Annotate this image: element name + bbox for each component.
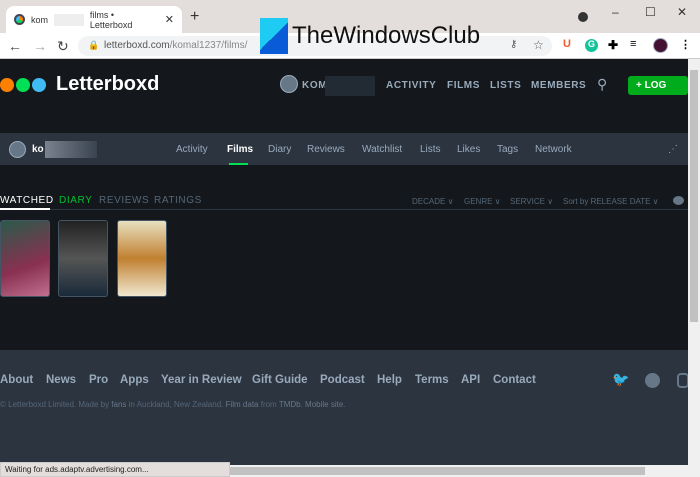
url-host: letterboxd.com bbox=[104, 40, 170, 51]
nav-films[interactable]: FILMS bbox=[447, 80, 480, 91]
media-queue-icon[interactable]: ≡ bbox=[630, 38, 636, 50]
tmdb-link[interactable]: TMDb bbox=[279, 400, 301, 409]
nav-members[interactable]: MEMBERS bbox=[531, 80, 586, 91]
footer-link-terms[interactable]: Terms bbox=[415, 374, 449, 386]
location-icon[interactable] bbox=[578, 12, 588, 22]
decade-dropdown[interactable]: DECADE ∨ bbox=[412, 197, 453, 206]
footer-link-contact[interactable]: Contact bbox=[493, 374, 536, 386]
footer-link-about[interactable]: About bbox=[0, 374, 33, 386]
tab-watchlist[interactable]: Watchlist bbox=[362, 144, 402, 155]
maximize-button[interactable]: ☐ bbox=[645, 5, 656, 19]
twitter-icon[interactable]: 🐦 bbox=[612, 371, 629, 388]
sort-dropdown[interactable]: Sort by RELEASE DATE ∨ bbox=[563, 197, 659, 206]
genre-dropdown[interactable]: GENRE ∨ bbox=[464, 197, 501, 206]
user-avatar[interactable] bbox=[280, 75, 298, 93]
footer-link-api[interactable]: API bbox=[461, 374, 480, 386]
footer-link-help[interactable]: Help bbox=[377, 374, 402, 386]
tab-likes[interactable]: Likes bbox=[457, 144, 480, 155]
redacted-block bbox=[325, 76, 375, 96]
tab-diary[interactable]: Diary bbox=[268, 144, 291, 155]
search-icon[interactable]: ⚲ bbox=[597, 76, 607, 93]
star-icon[interactable]: ☆ bbox=[533, 38, 544, 52]
mobile-site-link[interactable]: Mobile site bbox=[305, 400, 343, 409]
footer-link-pro[interactable]: Pro bbox=[89, 374, 108, 386]
view-diary[interactable]: DIARY bbox=[59, 195, 92, 206]
film-poster[interactable] bbox=[0, 220, 50, 297]
site-footer: About News Pro Apps Year in Review Gift … bbox=[0, 350, 689, 465]
view-reviews[interactable]: REVIEWS bbox=[99, 195, 149, 206]
extensions-puzzle-icon[interactable]: ✚ bbox=[608, 38, 618, 52]
new-tab-button[interactable]: + bbox=[190, 8, 199, 26]
nav-lists[interactable]: LISTS bbox=[490, 80, 521, 91]
tab-films[interactable]: Films bbox=[227, 144, 253, 155]
film-data-link[interactable]: Film data bbox=[226, 400, 259, 409]
letterboxd-logo[interactable]: Letterboxd bbox=[0, 73, 159, 96]
footer-link-apps[interactable]: Apps bbox=[120, 374, 149, 386]
vertical-scrollbar-thumb[interactable] bbox=[690, 70, 698, 322]
service-dropdown[interactable]: SERVICE ∨ bbox=[510, 197, 553, 206]
rss-icon[interactable]: ⋰ bbox=[668, 144, 678, 155]
tab-title-prefix: kom bbox=[30, 14, 48, 25]
footer-link-year-in-review[interactable]: Year in Review bbox=[161, 374, 242, 386]
footer-link-news[interactable]: News bbox=[46, 374, 76, 386]
film-poster[interactable] bbox=[58, 220, 108, 297]
tab-title: films • Letterboxd bbox=[89, 9, 133, 30]
status-bar: Waiting for ads.adaptv.advertising.com..… bbox=[0, 462, 230, 477]
window-close-button[interactable]: ✕ bbox=[677, 5, 687, 19]
watermark: TheWindowsClub bbox=[260, 18, 480, 54]
redacted-block bbox=[53, 13, 84, 26]
tab-reviews[interactable]: Reviews bbox=[307, 144, 345, 155]
reload-icon[interactable]: ↻ bbox=[57, 38, 69, 55]
nav-activity[interactable]: ACTIVITY bbox=[386, 80, 436, 91]
view-watched[interactable]: WATCHED bbox=[0, 195, 54, 206]
letterboxd-favicon-icon bbox=[14, 14, 25, 25]
profile-avatar[interactable] bbox=[653, 38, 668, 53]
back-icon[interactable]: ← bbox=[8, 38, 22, 54]
site-header: Letterboxd KOM ACTIVITY FILMS LISTS MEMB… bbox=[0, 59, 688, 111]
lock-icon: 🔒 bbox=[88, 40, 100, 50]
minimize-button[interactable]: – bbox=[612, 5, 619, 19]
user-menu[interactable]: KOM bbox=[302, 80, 327, 91]
footer-link-gift-guide[interactable]: Gift Guide bbox=[252, 374, 308, 386]
facebook-icon[interactable] bbox=[645, 373, 660, 388]
view-ratings[interactable]: RATINGS bbox=[154, 195, 202, 206]
windows-logo-icon bbox=[260, 18, 288, 54]
eye-icon[interactable] bbox=[673, 196, 684, 205]
tab-network[interactable]: Network bbox=[535, 144, 572, 155]
menu-icon[interactable]: ⋮ bbox=[680, 38, 691, 51]
forward-icon[interactable]: → bbox=[33, 38, 47, 54]
profile-avatar[interactable] bbox=[9, 141, 26, 158]
films-filter-bar: WATCHED DIARY REVIEWS RATINGS DECADE ∨ G… bbox=[0, 193, 688, 210]
copyright-text: © Letterboxd Limited. Made by fans in Au… bbox=[0, 400, 346, 409]
fans-link[interactable]: fans bbox=[111, 400, 126, 409]
profile-nav: ko Activity Films Diary Reviews Watchlis… bbox=[0, 133, 688, 165]
active-view-indicator bbox=[0, 208, 50, 210]
tab-lists[interactable]: Lists bbox=[420, 144, 441, 155]
profile-username[interactable]: ko bbox=[32, 144, 44, 155]
key-icon[interactable]: ⚷ bbox=[510, 39, 517, 50]
browser-tab[interactable]: kom films • Letterboxd ✕ bbox=[6, 6, 182, 33]
url-path: /komal1237/films/ bbox=[169, 40, 248, 51]
film-poster[interactable] bbox=[117, 220, 167, 297]
redacted-block bbox=[45, 141, 97, 158]
tab-tags[interactable]: Tags bbox=[497, 144, 518, 155]
grammarly-icon[interactable]: G bbox=[585, 39, 598, 52]
tab-activity[interactable]: Activity bbox=[176, 144, 208, 155]
close-tab-icon[interactable]: ✕ bbox=[165, 13, 174, 26]
active-tab-indicator bbox=[229, 163, 248, 165]
footer-link-podcast[interactable]: Podcast bbox=[320, 374, 365, 386]
horizontal-scrollbar-thumb[interactable] bbox=[230, 467, 645, 475]
log-button[interactable]: + LOG bbox=[628, 76, 688, 95]
extension-u-icon[interactable]: U bbox=[563, 38, 571, 50]
